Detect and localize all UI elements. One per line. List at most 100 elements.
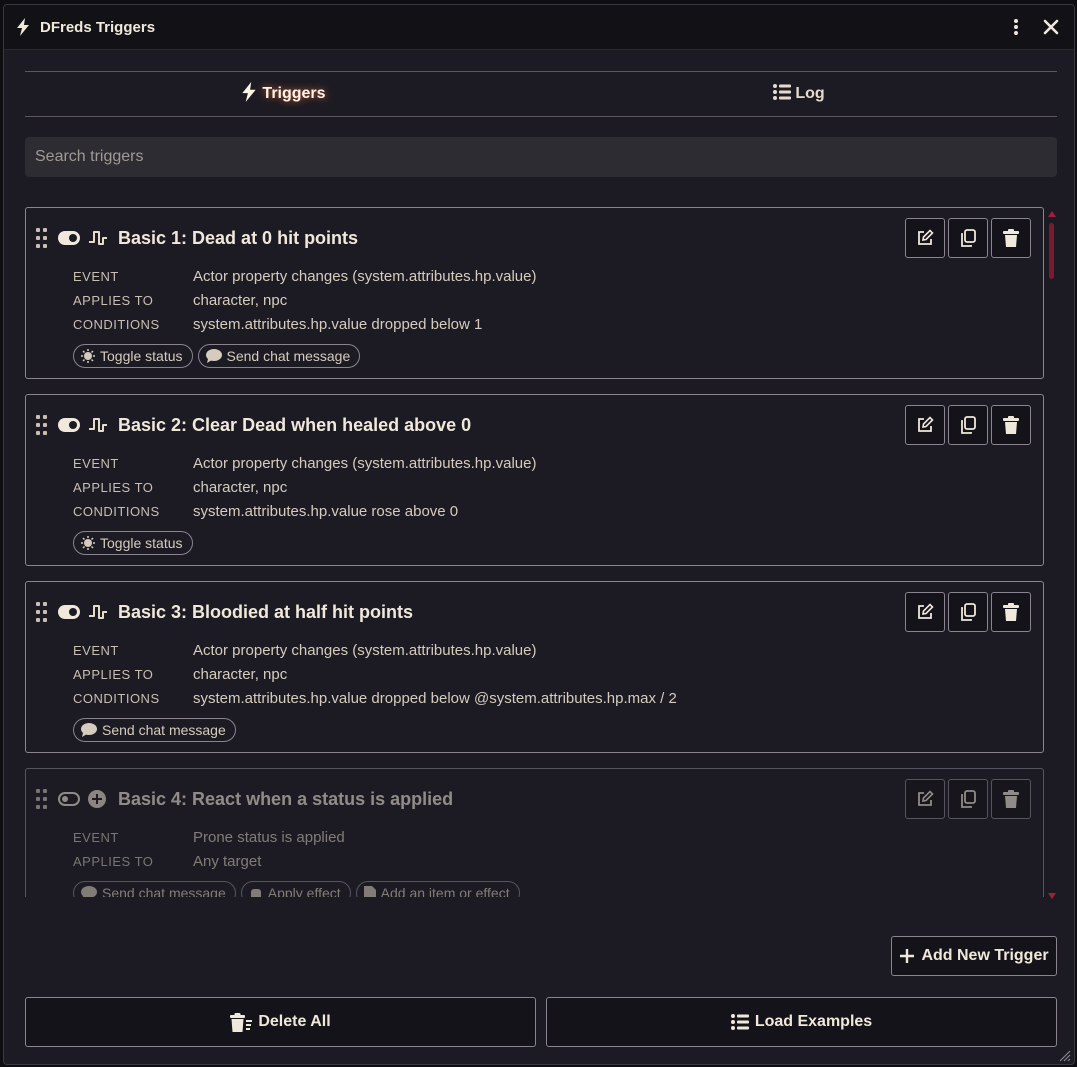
drag-handle-icon[interactable] (36, 789, 50, 809)
list-icon (773, 83, 792, 105)
chat-bubble-icon (81, 723, 97, 737)
applies-to-value: character, npc (193, 665, 288, 683)
triggers-window: DFreds Triggers Triggers Log Search trig… (3, 4, 1075, 1065)
delete-all-button[interactable]: Delete All (25, 997, 536, 1047)
wave-square-icon (88, 228, 108, 248)
conditions-label: CONDITIONS (73, 503, 160, 519)
trigger-title: Basic 3: Bloodied at half hit points (118, 601, 414, 622)
action-chip: Send chat message (73, 881, 236, 897)
search-input[interactable] (25, 137, 1057, 177)
scroll-thumb[interactable] (1049, 223, 1054, 279)
conditions-value: system.attributes.hp.value rose above 0 (193, 502, 459, 520)
trigger-title: Basic 1: Dead at 0 hit points (118, 227, 359, 248)
chat-bubble-icon (81, 886, 97, 897)
tab-label: Log (795, 85, 825, 102)
conditions-label: CONDITIONS (73, 690, 160, 706)
window-title: DFreds Triggers (40, 18, 156, 36)
wave-square-icon (88, 415, 108, 435)
duplicate-button[interactable] (948, 592, 988, 632)
hand-icon (250, 889, 261, 897)
toggle-off-icon[interactable] (58, 792, 80, 806)
more-options-icon[interactable] (1006, 15, 1026, 39)
load-examples-button[interactable]: Load Examples (546, 997, 1057, 1047)
copy-icon (961, 603, 976, 621)
bolt-icon (16, 18, 32, 36)
close-icon[interactable] (1040, 15, 1062, 39)
event-label: EVENT (73, 268, 119, 284)
delete-button[interactable] (991, 779, 1031, 819)
copy-icon (961, 790, 976, 808)
edit-icon (918, 416, 934, 432)
action-chip: Send chat message (197, 344, 361, 368)
duplicate-button[interactable] (948, 218, 988, 258)
applies-to-value: Any target (193, 852, 262, 870)
trash-icon (1003, 603, 1019, 621)
trash-icon (1003, 229, 1019, 247)
action-chip: Apply effect (240, 881, 351, 897)
trigger-title: Basic 4: React when a status is applied (118, 788, 454, 809)
plus-circle-icon (88, 789, 108, 809)
plus-icon (900, 949, 915, 963)
resize-handle-icon[interactable] (1059, 1049, 1071, 1062)
drag-handle-icon[interactable] (36, 415, 50, 435)
status-icon (81, 536, 95, 550)
status-icon (81, 349, 95, 363)
edit-icon (918, 790, 934, 806)
conditions-value: system.attributes.hp.value dropped below… (193, 689, 677, 707)
tab-triggers[interactable]: Triggers (25, 72, 541, 116)
edit-button[interactable] (905, 405, 945, 445)
applies-to-label: APPLIES TO (73, 666, 154, 682)
applies-to-label: APPLIES TO (73, 853, 154, 869)
tab-bar: Triggers Log (25, 71, 1057, 117)
tab-log[interactable]: Log (541, 72, 1057, 116)
trigger-card: Basic 1: Dead at 0 hit points EVENT Actor… (25, 207, 1044, 379)
trigger-card: Basic 2: Clear Dead when healed above 0 … (25, 394, 1044, 566)
event-label: EVENT (73, 455, 119, 471)
wave-square-icon (88, 602, 108, 622)
applies-to-value: character, npc (193, 478, 288, 496)
toggle-on-icon[interactable] (58, 231, 80, 245)
scroll-up-icon[interactable] (1048, 211, 1056, 217)
event-label: EVENT (73, 829, 119, 845)
applies-to-label: APPLIES TO (73, 292, 154, 308)
copy-icon (961, 416, 976, 434)
edit-button[interactable] (905, 779, 945, 819)
edit-button[interactable] (905, 218, 945, 258)
event-label: EVENT (73, 642, 119, 658)
delete-button[interactable] (991, 218, 1031, 258)
scroll-down-icon[interactable] (1048, 893, 1056, 899)
drag-handle-icon[interactable] (36, 602, 50, 622)
delete-button[interactable] (991, 592, 1031, 632)
trash-icon (1003, 790, 1019, 808)
conditions-label: CONDITIONS (73, 316, 160, 332)
window-titlebar[interactable]: DFreds Triggers (4, 5, 1074, 50)
toggle-on-icon[interactable] (58, 418, 80, 432)
action-chip: Toggle status (73, 344, 193, 368)
drag-handle-icon[interactable] (36, 228, 50, 248)
conditions-value: system.attributes.hp.value dropped below… (193, 315, 483, 333)
add-new-trigger-button[interactable]: Add New Trigger (891, 936, 1057, 976)
event-value: Actor property changes (system.attribute… (193, 267, 537, 285)
action-chip: Send chat message (73, 718, 236, 742)
applies-to-value: character, npc (193, 291, 288, 309)
action-chip: Add an item or effect (355, 881, 520, 897)
trash-list-icon (230, 1013, 253, 1032)
action-chip: Toggle status (73, 531, 193, 555)
toggle-on-icon[interactable] (58, 605, 80, 619)
event-value: Actor property changes (system.attribute… (193, 641, 537, 659)
trash-icon (1003, 416, 1019, 434)
list-icon (730, 1014, 749, 1030)
event-value: Prone status is applied (193, 828, 345, 846)
edit-icon (918, 229, 934, 245)
edit-icon (918, 603, 934, 619)
delete-button[interactable] (991, 405, 1031, 445)
bolt-icon (240, 81, 258, 107)
trigger-list[interactable]: Basic 1: Dead at 0 hit points EVENT Actor… (25, 207, 1045, 897)
list-scrollbar[interactable] (1048, 211, 1056, 899)
duplicate-button[interactable] (948, 405, 988, 445)
file-plus-icon (363, 886, 376, 897)
tab-label: Triggers (262, 85, 326, 102)
trigger-card: Basic 3: Bloodied at half hit points EVE… (25, 581, 1044, 753)
duplicate-button[interactable] (948, 779, 988, 819)
edit-button[interactable] (905, 592, 945, 632)
